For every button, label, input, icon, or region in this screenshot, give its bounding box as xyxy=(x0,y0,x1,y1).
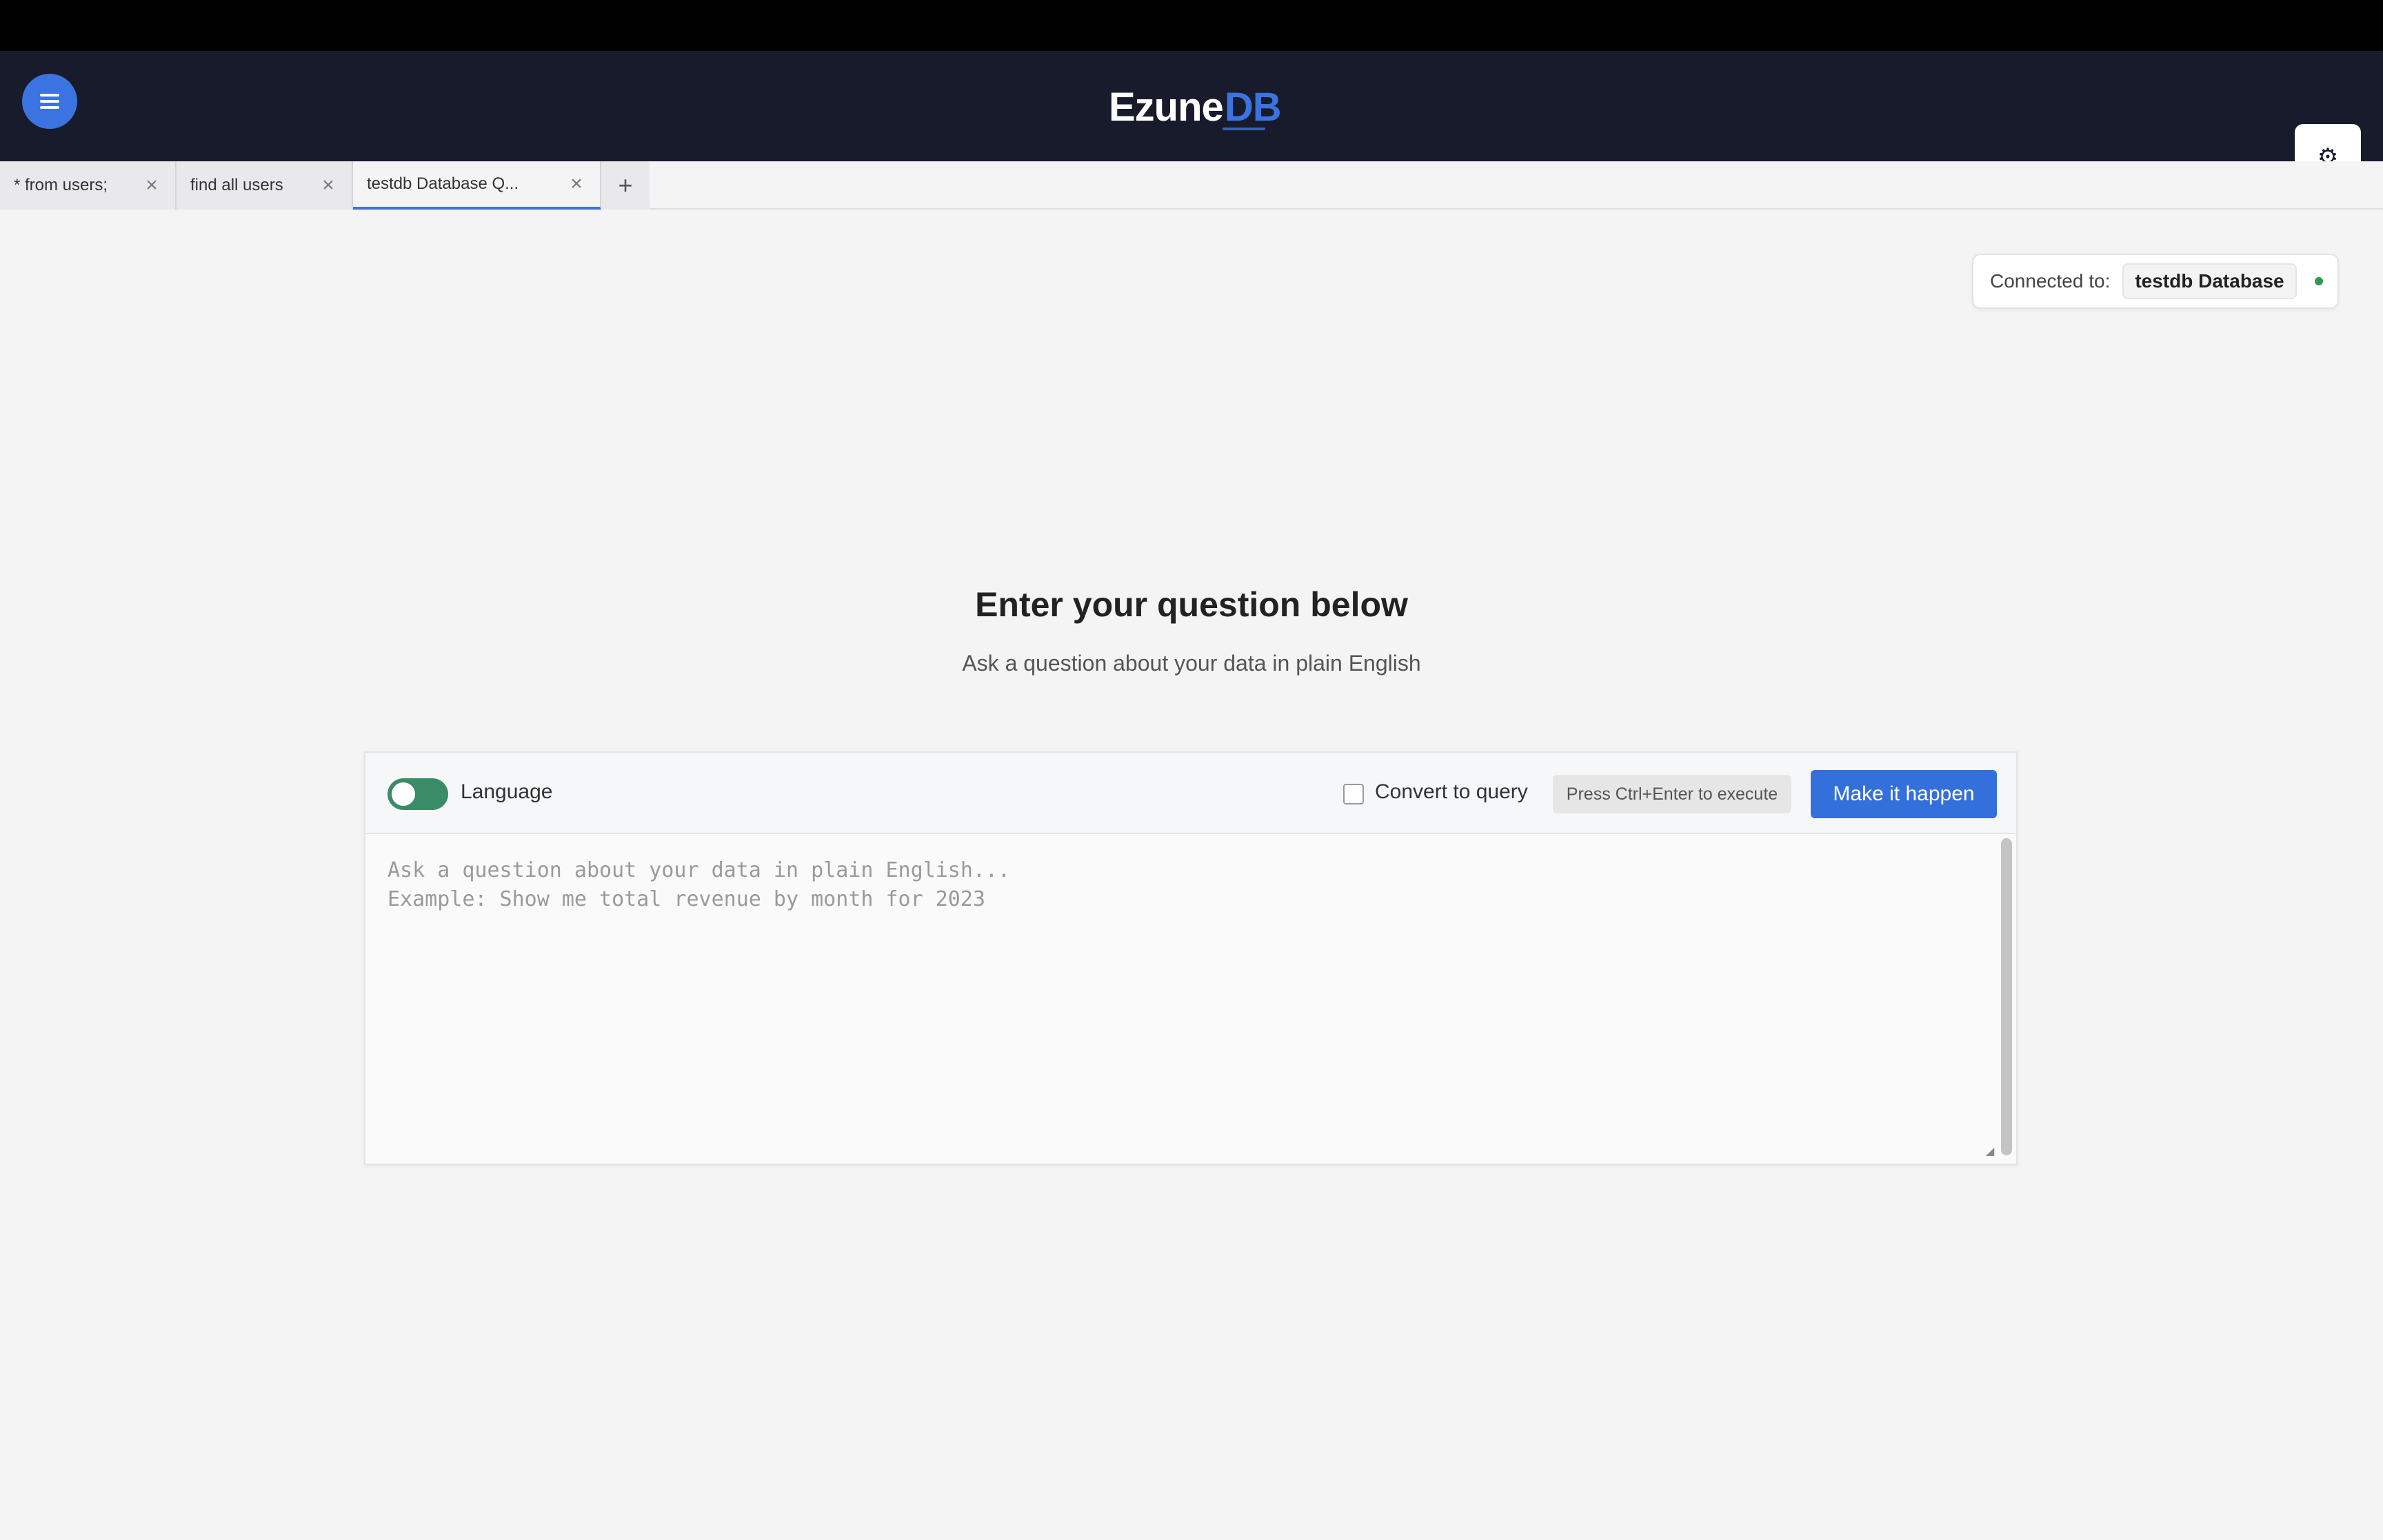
tab-testdb-query[interactable]: testdb Database Q... × xyxy=(353,161,601,210)
logo-text-ezune: Ezune xyxy=(1109,85,1224,130)
database-name-badge: testdb Database xyxy=(2122,263,2297,299)
logo-underline xyxy=(1223,128,1265,130)
add-tab-button[interactable]: + xyxy=(601,161,650,210)
window-top-bar xyxy=(0,0,2383,51)
make-it-happen-button[interactable]: Make it happen xyxy=(1811,770,1997,818)
status-dot-icon xyxy=(2314,277,2323,285)
editor-toolbar: Language Convert to query Press Ctrl+Ent… xyxy=(365,753,2016,834)
tab-label: testdb Database Q... xyxy=(367,174,519,193)
tab-label: find all users xyxy=(190,176,283,194)
tab-bar: * from users; × find all users × testdb … xyxy=(0,161,2383,210)
tab-label: * from users; xyxy=(14,176,108,194)
question-input[interactable] xyxy=(365,835,2000,1164)
query-editor-card: Language Convert to query Press Ctrl+Ent… xyxy=(364,751,2018,1165)
menu-button[interactable] xyxy=(22,74,77,129)
logo-text-db: DB xyxy=(1224,85,1282,130)
plus-icon: + xyxy=(618,171,633,199)
page-title: Enter your question below xyxy=(975,585,1408,624)
language-toggle[interactable] xyxy=(388,778,448,810)
page-subtitle: Ask a question about your data in plain … xyxy=(962,651,1421,676)
connection-status: Connected to: testdb Database xyxy=(1972,254,2339,309)
app-header: Ezune DB ⚙ xyxy=(0,51,2383,190)
close-icon[interactable]: × xyxy=(138,174,165,197)
language-toggle-label: Language xyxy=(461,780,553,803)
close-icon[interactable]: × xyxy=(314,174,342,197)
shortcut-hint: Press Ctrl+Enter to execute xyxy=(1553,775,1791,813)
tab-from-users[interactable]: * from users; × xyxy=(0,161,177,210)
convert-to-query-checkbox[interactable] xyxy=(1343,784,1364,804)
app-logo: Ezune DB xyxy=(1109,84,1282,139)
close-icon[interactable]: × xyxy=(563,172,590,196)
toggle-knob xyxy=(392,782,415,806)
editor-scrollbar[interactable] xyxy=(2001,838,2012,1155)
connection-label: Connected to: xyxy=(1990,270,2111,292)
hamburger-icon xyxy=(40,94,59,109)
tab-find-all-users[interactable]: find all users × xyxy=(177,161,353,210)
resize-handle-icon[interactable]: ◢ xyxy=(1986,1146,1998,1158)
convert-to-query-label[interactable]: Convert to query xyxy=(1375,780,1528,804)
